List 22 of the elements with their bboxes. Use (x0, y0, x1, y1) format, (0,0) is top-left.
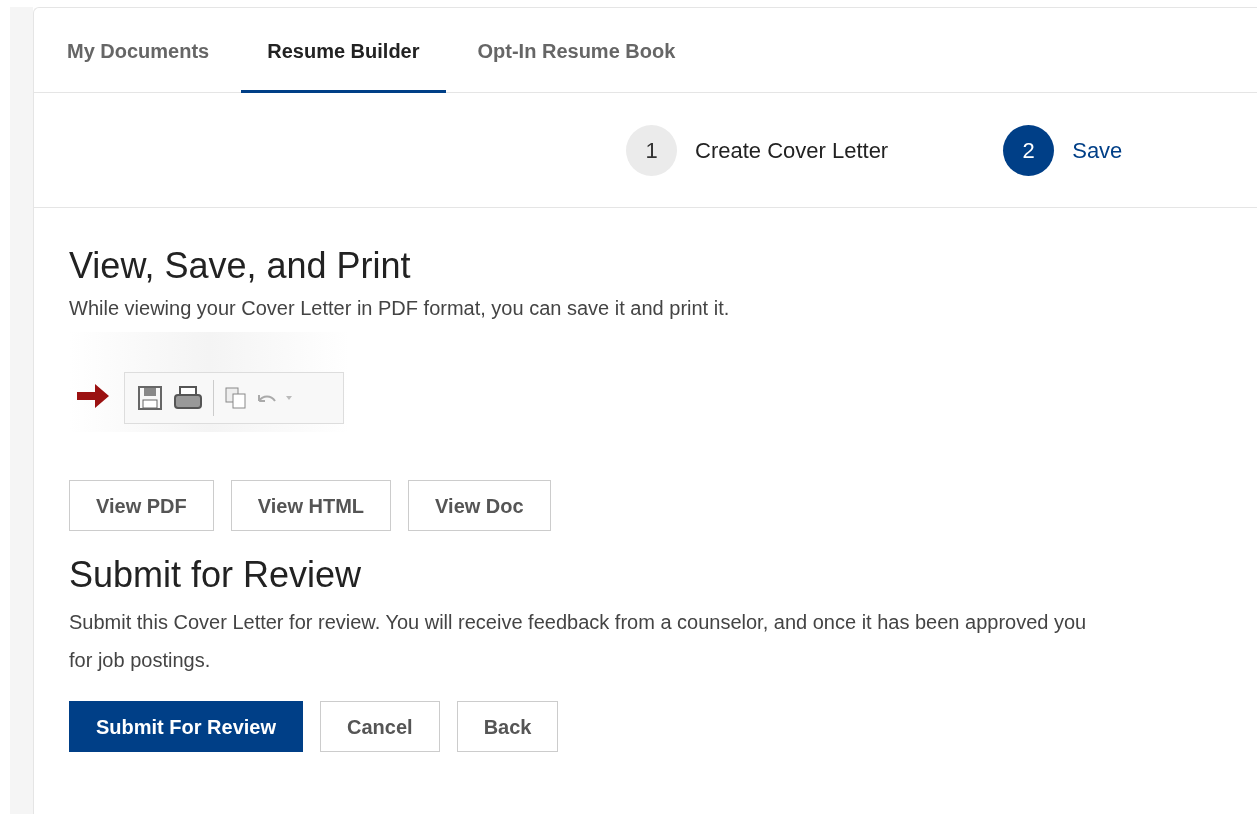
step-number: 2 (1003, 124, 1055, 176)
section-description: Submit this Cover Letter for review. You will receive feedback from a counselor, and once it has been approved you for job postings. (69, 610, 1088, 673)
tab[interactable]: My Documents (41, 8, 236, 93)
caret-icon (286, 396, 292, 400)
step-number: 1 (626, 124, 677, 176)
printer-icon (173, 385, 203, 411)
tab[interactable]: Resume Builder (241, 8, 446, 93)
undo-icon (258, 394, 276, 402)
arrow-icon (75, 382, 111, 410)
step-label: Create Cover Letter (695, 136, 889, 165)
view-button[interactable]: View HTML (230, 480, 392, 531)
view-button[interactable]: View Doc (408, 480, 551, 531)
view-button[interactable]: View PDF (69, 480, 214, 531)
form-button[interactable]: Cancel (320, 701, 440, 752)
submit-button[interactable]: Submit For Review (69, 701, 304, 752)
copy-icon (224, 386, 248, 410)
section-title: View, Save, and Print (69, 244, 412, 288)
tab[interactable]: Opt-In Resume Book (451, 8, 702, 93)
step-label: Save (1072, 136, 1123, 165)
section-description: While viewing your Cover Letter in PDF format, you can save it and print it. (69, 296, 731, 321)
form-button[interactable]: Back (456, 701, 559, 752)
section-title: Submit for Review (69, 553, 363, 597)
